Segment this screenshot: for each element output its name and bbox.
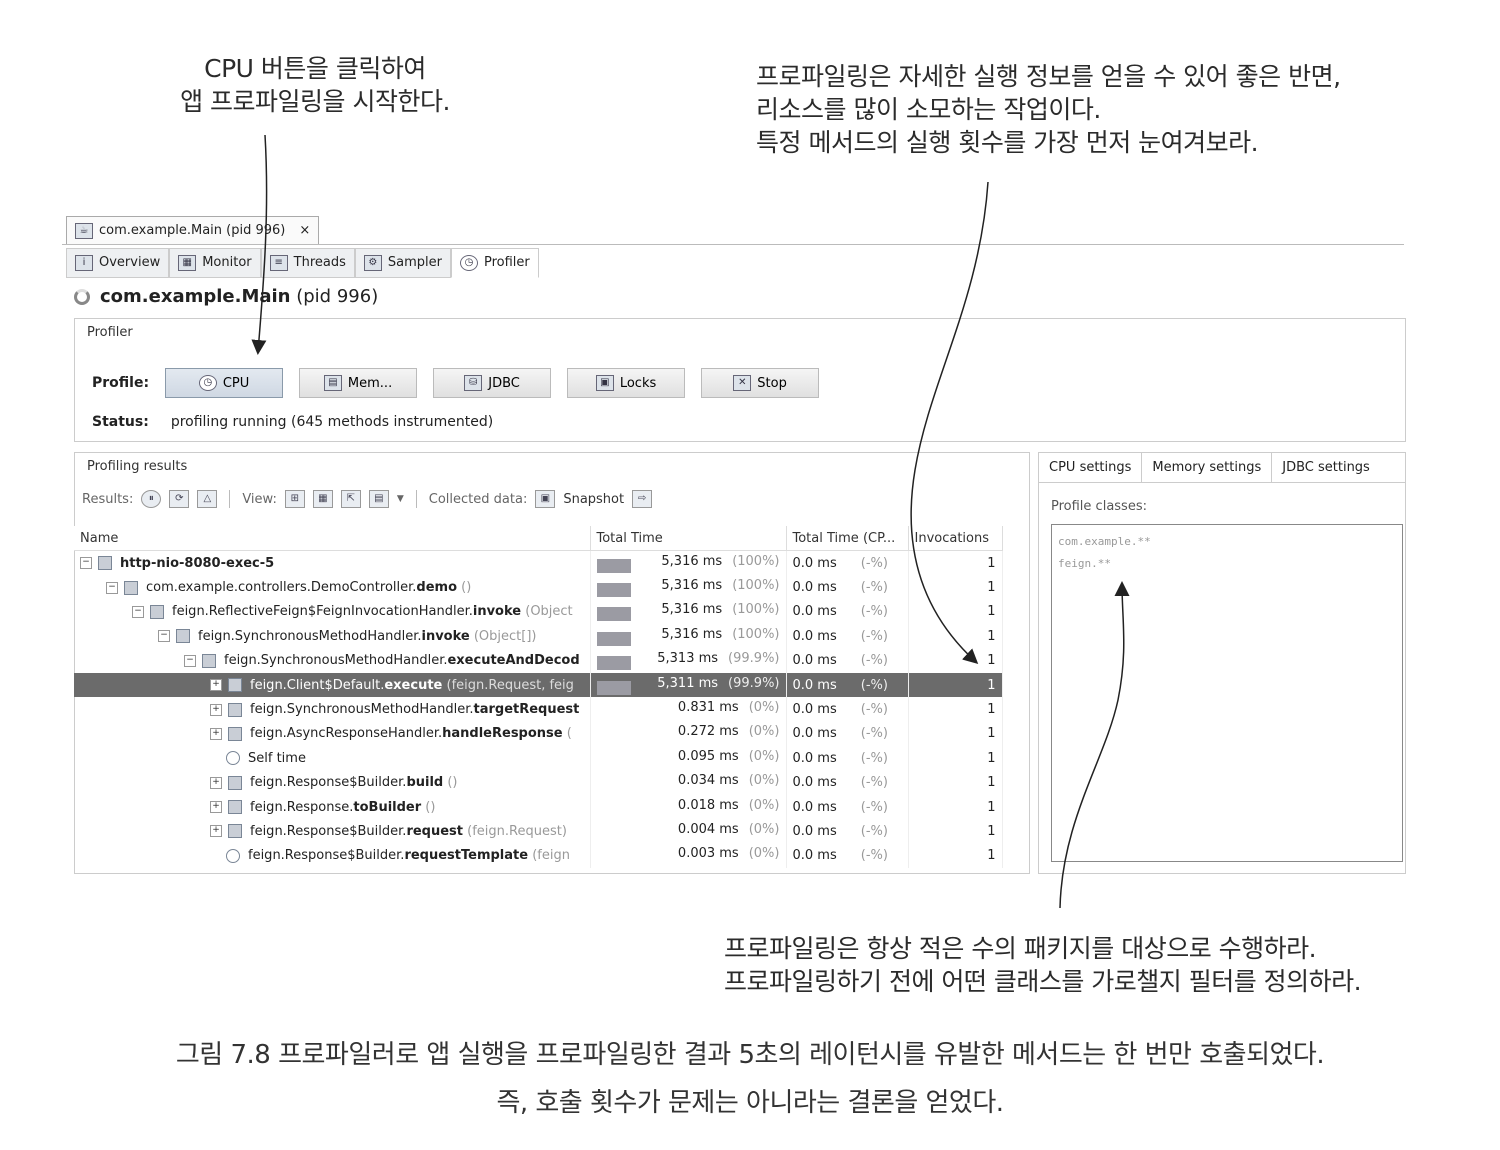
arrow-to-cpu-button bbox=[251, 134, 268, 355]
arrow-to-invocations bbox=[910, 181, 989, 665]
figure-caption-line-2: 즉, 호출 횟수가 문제는 아니라는 결론을 얻었다. bbox=[496, 1088, 1004, 1118]
arrow-to-profile-classes bbox=[1059, 581, 1130, 909]
annotation-arrows bbox=[251, 134, 1130, 909]
figure-caption-line-1: 그림 7.8 프로파일러로 앱 실행을 프로파일링한 결과 5초의 레이턴시를 … bbox=[175, 1040, 1325, 1070]
